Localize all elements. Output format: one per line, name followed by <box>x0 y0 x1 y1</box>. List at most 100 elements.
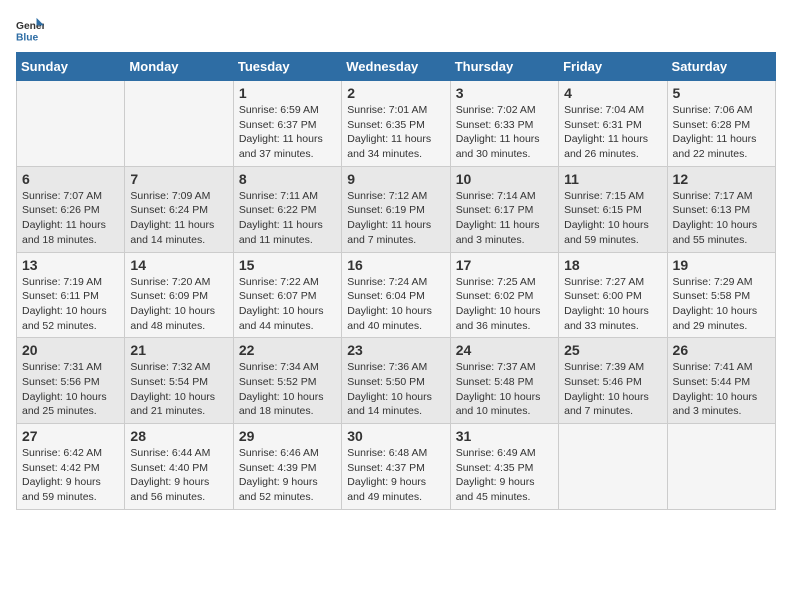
day-info: Sunrise: 7:01 AM Sunset: 6:35 PM Dayligh… <box>347 103 444 162</box>
day-info: Sunrise: 7:27 AM Sunset: 6:00 PM Dayligh… <box>564 275 661 334</box>
day-number: 11 <box>564 171 661 187</box>
day-cell: 7 Sunrise: 7:09 AM Sunset: 6:24 PM Daylig… <box>125 166 233 252</box>
day-number: 20 <box>22 342 119 358</box>
day-info: Sunrise: 7:15 AM Sunset: 6:15 PM Dayligh… <box>564 189 661 248</box>
day-info: Sunrise: 7:02 AM Sunset: 6:33 PM Dayligh… <box>456 103 553 162</box>
day-number: 21 <box>130 342 227 358</box>
day-cell: 25 Sunrise: 7:39 AM Sunset: 5:46 PM Dayli… <box>559 338 667 424</box>
day-info: Sunrise: 7:34 AM Sunset: 5:52 PM Dayligh… <box>239 360 336 419</box>
col-header-sunday: Sunday <box>17 53 125 81</box>
day-number: 6 <box>22 171 119 187</box>
day-number: 9 <box>347 171 444 187</box>
day-info: Sunrise: 6:42 AM Sunset: 4:42 PM Dayligh… <box>22 446 119 505</box>
col-header-monday: Monday <box>125 53 233 81</box>
day-info: Sunrise: 7:19 AM Sunset: 6:11 PM Dayligh… <box>22 275 119 334</box>
day-cell: 12 Sunrise: 7:17 AM Sunset: 6:13 PM Dayli… <box>667 166 775 252</box>
day-number: 14 <box>130 257 227 273</box>
day-info: Sunrise: 6:48 AM Sunset: 4:37 PM Dayligh… <box>347 446 444 505</box>
day-cell: 4 Sunrise: 7:04 AM Sunset: 6:31 PM Daylig… <box>559 81 667 167</box>
day-info: Sunrise: 7:09 AM Sunset: 6:24 PM Dayligh… <box>130 189 227 248</box>
day-cell: 21Sunrise: 7:32 AM Sunset: 5:54 PM Dayli… <box>125 338 233 424</box>
day-number: 3 <box>456 85 553 101</box>
day-number: 30 <box>347 428 444 444</box>
svg-text:Blue: Blue <box>16 32 39 43</box>
day-cell: 28Sunrise: 6:44 AM Sunset: 4:40 PM Dayli… <box>125 424 233 510</box>
day-info: Sunrise: 7:20 AM Sunset: 6:09 PM Dayligh… <box>130 275 227 334</box>
day-number: 26 <box>673 342 770 358</box>
col-header-saturday: Saturday <box>667 53 775 81</box>
day-info: Sunrise: 7:37 AM Sunset: 5:48 PM Dayligh… <box>456 360 553 419</box>
day-info: Sunrise: 7:06 AM Sunset: 6:28 PM Dayligh… <box>673 103 770 162</box>
day-info: Sunrise: 7:14 AM Sunset: 6:17 PM Dayligh… <box>456 189 553 248</box>
day-number: 2 <box>347 85 444 101</box>
calendar-table: SundayMondayTuesdayWednesdayThursdayFrid… <box>16 52 776 510</box>
day-number: 16 <box>347 257 444 273</box>
header-row: SundayMondayTuesdayWednesdayThursdayFrid… <box>17 53 776 81</box>
col-header-tuesday: Tuesday <box>233 53 341 81</box>
day-cell: 9Sunrise: 7:12 AM Sunset: 6:19 PM Daylig… <box>342 166 450 252</box>
col-header-friday: Friday <box>559 53 667 81</box>
day-cell: 16Sunrise: 7:24 AM Sunset: 6:04 PM Dayli… <box>342 252 450 338</box>
day-cell: 1Sunrise: 6:59 AM Sunset: 6:37 PM Daylig… <box>233 81 341 167</box>
day-number: 17 <box>456 257 553 273</box>
day-number: 13 <box>22 257 119 273</box>
day-cell <box>667 424 775 510</box>
day-number: 5 <box>673 85 770 101</box>
week-row-1: 1Sunrise: 6:59 AM Sunset: 6:37 PM Daylig… <box>17 81 776 167</box>
day-number: 7 <box>130 171 227 187</box>
day-info: Sunrise: 7:07 AM Sunset: 6:26 PM Dayligh… <box>22 189 119 248</box>
day-number: 29 <box>239 428 336 444</box>
day-cell: 14 Sunrise: 7:20 AM Sunset: 6:09 PM Dayli… <box>125 252 233 338</box>
day-number: 31 <box>456 428 553 444</box>
day-cell: 23 Sunrise: 7:36 AM Sunset: 5:50 PM Dayli… <box>342 338 450 424</box>
day-info: Sunrise: 7:29 AM Sunset: 5:58 PM Dayligh… <box>673 275 770 334</box>
day-cell <box>559 424 667 510</box>
day-cell <box>17 81 125 167</box>
day-number: 23 <box>347 342 444 358</box>
day-cell: 11 Sunrise: 7:15 AM Sunset: 6:15 PM Dayli… <box>559 166 667 252</box>
day-number: 10 <box>456 171 553 187</box>
logo: General Blue <box>16 16 48 44</box>
day-number: 18 <box>564 257 661 273</box>
day-cell: 8 Sunrise: 7:11 AM Sunset: 6:22 PM Daylig… <box>233 166 341 252</box>
day-cell: 2 Sunrise: 7:01 AM Sunset: 6:35 PM Daylig… <box>342 81 450 167</box>
day-info: Sunrise: 7:36 AM Sunset: 5:50 PM Dayligh… <box>347 360 444 419</box>
day-info: Sunrise: 6:49 AM Sunset: 4:35 PM Dayligh… <box>456 446 553 505</box>
day-number: 19 <box>673 257 770 273</box>
day-info: Sunrise: 6:46 AM Sunset: 4:39 PM Dayligh… <box>239 446 336 505</box>
day-cell: 18 Sunrise: 7:27 AM Sunset: 6:00 PM Dayli… <box>559 252 667 338</box>
day-number: 28 <box>130 428 227 444</box>
day-info: Sunrise: 7:39 AM Sunset: 5:46 PM Dayligh… <box>564 360 661 419</box>
day-info: Sunrise: 7:25 AM Sunset: 6:02 PM Dayligh… <box>456 275 553 334</box>
col-header-wednesday: Wednesday <box>342 53 450 81</box>
day-info: Sunrise: 7:41 AM Sunset: 5:44 PM Dayligh… <box>673 360 770 419</box>
day-cell <box>125 81 233 167</box>
logo-icon: General Blue <box>16 16 44 44</box>
day-number: 15 <box>239 257 336 273</box>
day-info: Sunrise: 7:11 AM Sunset: 6:22 PM Dayligh… <box>239 189 336 248</box>
week-row-4: 20 Sunrise: 7:31 AM Sunset: 5:56 PM Dayli… <box>17 338 776 424</box>
day-number: 4 <box>564 85 661 101</box>
day-cell: 5 Sunrise: 7:06 AM Sunset: 6:28 PM Daylig… <box>667 81 775 167</box>
day-number: 25 <box>564 342 661 358</box>
day-cell: 19 Sunrise: 7:29 AM Sunset: 5:58 PM Dayli… <box>667 252 775 338</box>
day-info: Sunrise: 7:31 AM Sunset: 5:56 PM Dayligh… <box>22 360 119 419</box>
day-cell: 20 Sunrise: 7:31 AM Sunset: 5:56 PM Dayli… <box>17 338 125 424</box>
day-number: 22 <box>239 342 336 358</box>
col-header-thursday: Thursday <box>450 53 558 81</box>
day-cell: 29 Sunrise: 6:46 AM Sunset: 4:39 PM Dayli… <box>233 424 341 510</box>
day-number: 8 <box>239 171 336 187</box>
day-info: Sunrise: 7:04 AM Sunset: 6:31 PM Dayligh… <box>564 103 661 162</box>
day-cell: 3 Sunrise: 7:02 AM Sunset: 6:33 PM Daylig… <box>450 81 558 167</box>
day-info: Sunrise: 7:22 AM Sunset: 6:07 PM Dayligh… <box>239 275 336 334</box>
week-row-2: 6 Sunrise: 7:07 AM Sunset: 6:26 PM Daylig… <box>17 166 776 252</box>
day-cell: 13 Sunrise: 7:19 AM Sunset: 6:11 PM Dayli… <box>17 252 125 338</box>
day-info: Sunrise: 6:59 AM Sunset: 6:37 PM Dayligh… <box>239 103 336 162</box>
day-info: Sunrise: 7:17 AM Sunset: 6:13 PM Dayligh… <box>673 189 770 248</box>
day-cell: 26 Sunrise: 7:41 AM Sunset: 5:44 PM Dayli… <box>667 338 775 424</box>
day-number: 12 <box>673 171 770 187</box>
day-cell: 22 Sunrise: 7:34 AM Sunset: 5:52 PM Dayli… <box>233 338 341 424</box>
day-cell: 24Sunrise: 7:37 AM Sunset: 5:48 PM Dayli… <box>450 338 558 424</box>
day-number: 27 <box>22 428 119 444</box>
day-cell: 27 Sunrise: 6:42 AM Sunset: 4:42 PM Dayli… <box>17 424 125 510</box>
